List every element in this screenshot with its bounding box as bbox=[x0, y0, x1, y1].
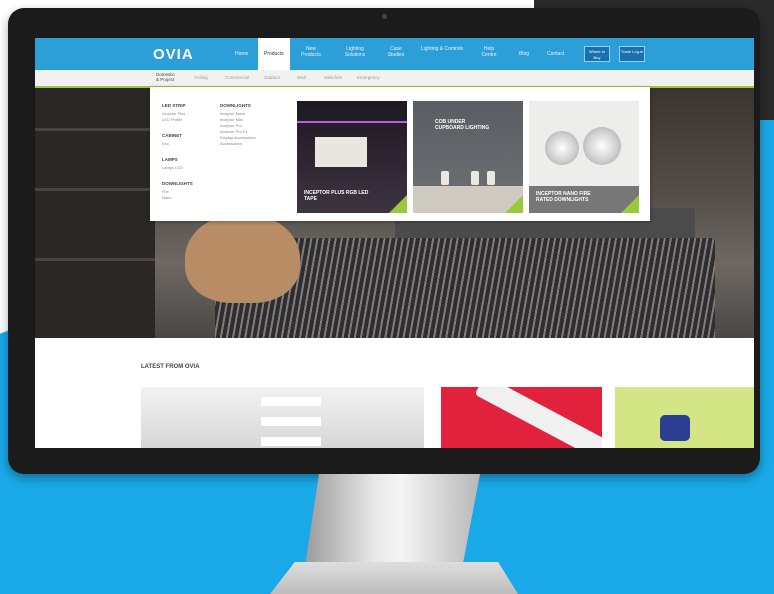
main-navigation: OVIA Home Products New Products Lighting… bbox=[35, 38, 754, 70]
menu-link[interactable]: Inceptor Pro Fx bbox=[220, 129, 247, 134]
downlight-image bbox=[545, 131, 579, 165]
subnav-item-outdoor[interactable]: Outdoor bbox=[264, 75, 280, 80]
menu-link[interactable]: Fire bbox=[162, 189, 169, 194]
shelf-row bbox=[35, 258, 155, 261]
jar-image bbox=[487, 171, 495, 185]
nav-item-lighting-solutions[interactable]: Lighting Solutions bbox=[338, 46, 372, 58]
menu-link[interactable]: Inceptor Mini bbox=[220, 117, 243, 122]
menu-link[interactable]: Inceptor Nano bbox=[220, 111, 245, 116]
subnav-item-commercial[interactable]: Commercial bbox=[225, 75, 249, 80]
menu-link[interactable]: Lamps LED bbox=[162, 165, 183, 170]
promo-corner bbox=[621, 195, 639, 213]
chair-image bbox=[185, 213, 300, 303]
nav-item-products[interactable]: Products bbox=[258, 38, 290, 70]
products-subnav: Domestic & Project Ceiling Commercial Ou… bbox=[35, 70, 754, 88]
jar-image bbox=[441, 171, 449, 185]
nav-item-home[interactable]: Home bbox=[235, 51, 248, 57]
camera-dot bbox=[382, 14, 387, 19]
promo-corner bbox=[505, 195, 523, 213]
menu-link[interactable]: LED Profile bbox=[162, 117, 182, 122]
subnav-item-wall[interactable]: Wall bbox=[297, 75, 306, 80]
where-to-buy-button[interactable]: Where to Buy bbox=[584, 46, 610, 62]
latest-card-panel-lights[interactable] bbox=[141, 387, 424, 448]
subnav-item-emergency[interactable]: Emergency bbox=[357, 75, 380, 80]
promo-inceptor-nano[interactable]: INCEPTOR NANO FIRE RATED DOWNLIGHTS bbox=[529, 101, 639, 213]
promo-cob-under-cupboard[interactable]: COB UNDER CUPBOARD LIGHTING bbox=[413, 101, 523, 213]
menu-heading-cabinet[interactable]: CABINET bbox=[162, 133, 182, 138]
promo-label: COB UNDER CUPBOARD LIGHTING bbox=[435, 119, 490, 131]
menu-link[interactable]: Accessories bbox=[220, 141, 242, 146]
promo-corner bbox=[389, 195, 407, 213]
nav-item-new-products[interactable]: New Products bbox=[298, 46, 324, 58]
products-mega-menu: LED STRIP Inceptor Plus LED Profile CABI… bbox=[150, 87, 650, 221]
jar-image bbox=[471, 171, 479, 185]
tube-light-image bbox=[474, 387, 602, 448]
monitor-screen: OVIA Home Products New Products Lighting… bbox=[35, 38, 754, 448]
cinema-screen-image bbox=[315, 137, 367, 167]
bookshelf-image bbox=[35, 88, 155, 338]
ceiling-panel-image bbox=[261, 397, 321, 406]
nav-item-blog[interactable]: Blog bbox=[519, 51, 529, 57]
led-strip-glow bbox=[297, 121, 407, 123]
monitor-stand-foot bbox=[270, 562, 518, 594]
ovia-logo[interactable]: OVIA bbox=[153, 46, 194, 63]
trade-login-button[interactable]: Trade Log-in bbox=[619, 46, 645, 62]
latest-section-title: LATEST FROM OVIA bbox=[141, 364, 200, 370]
device-image bbox=[660, 415, 690, 441]
subnav-item-domestic[interactable]: Domestic & Project bbox=[156, 72, 178, 82]
shelf-row bbox=[35, 128, 155, 131]
ceiling-panel-image bbox=[261, 437, 321, 446]
nav-item-contact[interactable]: Contact bbox=[547, 51, 564, 57]
menu-link[interactable]: Display Accessories bbox=[220, 135, 256, 140]
menu-heading-downlights-2[interactable]: DOWNLIGHTS bbox=[220, 103, 251, 108]
latest-card-device[interactable] bbox=[615, 387, 754, 448]
subnav-item-ceiling[interactable]: Ceiling bbox=[194, 75, 208, 80]
menu-link[interactable]: Eco bbox=[162, 141, 169, 146]
nav-item-lighting-controls[interactable]: Lighting & Controls bbox=[420, 46, 464, 52]
menu-link[interactable]: Inceptor Plus bbox=[162, 111, 185, 116]
shelf-row bbox=[35, 188, 155, 191]
nav-item-case-studies[interactable]: Case Studies bbox=[384, 46, 408, 58]
menu-heading-downlights[interactable]: DOWNLIGHTS bbox=[162, 181, 193, 186]
promo-inceptor-plus[interactable]: INCEPTOR PLUS RGB LED TAPE bbox=[297, 101, 407, 213]
menu-heading-lamps[interactable]: LAMPS bbox=[162, 157, 178, 162]
subnav-item-switches[interactable]: Switches bbox=[324, 75, 342, 80]
menu-link[interactable]: Nano bbox=[162, 195, 172, 200]
downlight-image bbox=[583, 127, 621, 165]
promo-label: INCEPTOR PLUS RGB LED TAPE bbox=[304, 190, 369, 202]
nav-item-help-centre[interactable]: Help Centre bbox=[477, 46, 501, 58]
menu-heading-led-strip[interactable]: LED STRIP bbox=[162, 103, 186, 108]
latest-card-tube-light[interactable] bbox=[441, 387, 602, 448]
promo-label: INCEPTOR NANO FIRE RATED DOWNLIGHTS bbox=[536, 191, 591, 203]
ceiling-panel-image bbox=[261, 417, 321, 426]
monitor-stand-neck bbox=[305, 474, 480, 566]
menu-link[interactable]: Inceptor Pro bbox=[220, 123, 242, 128]
monitor-bezel: OVIA Home Products New Products Lighting… bbox=[8, 8, 760, 474]
